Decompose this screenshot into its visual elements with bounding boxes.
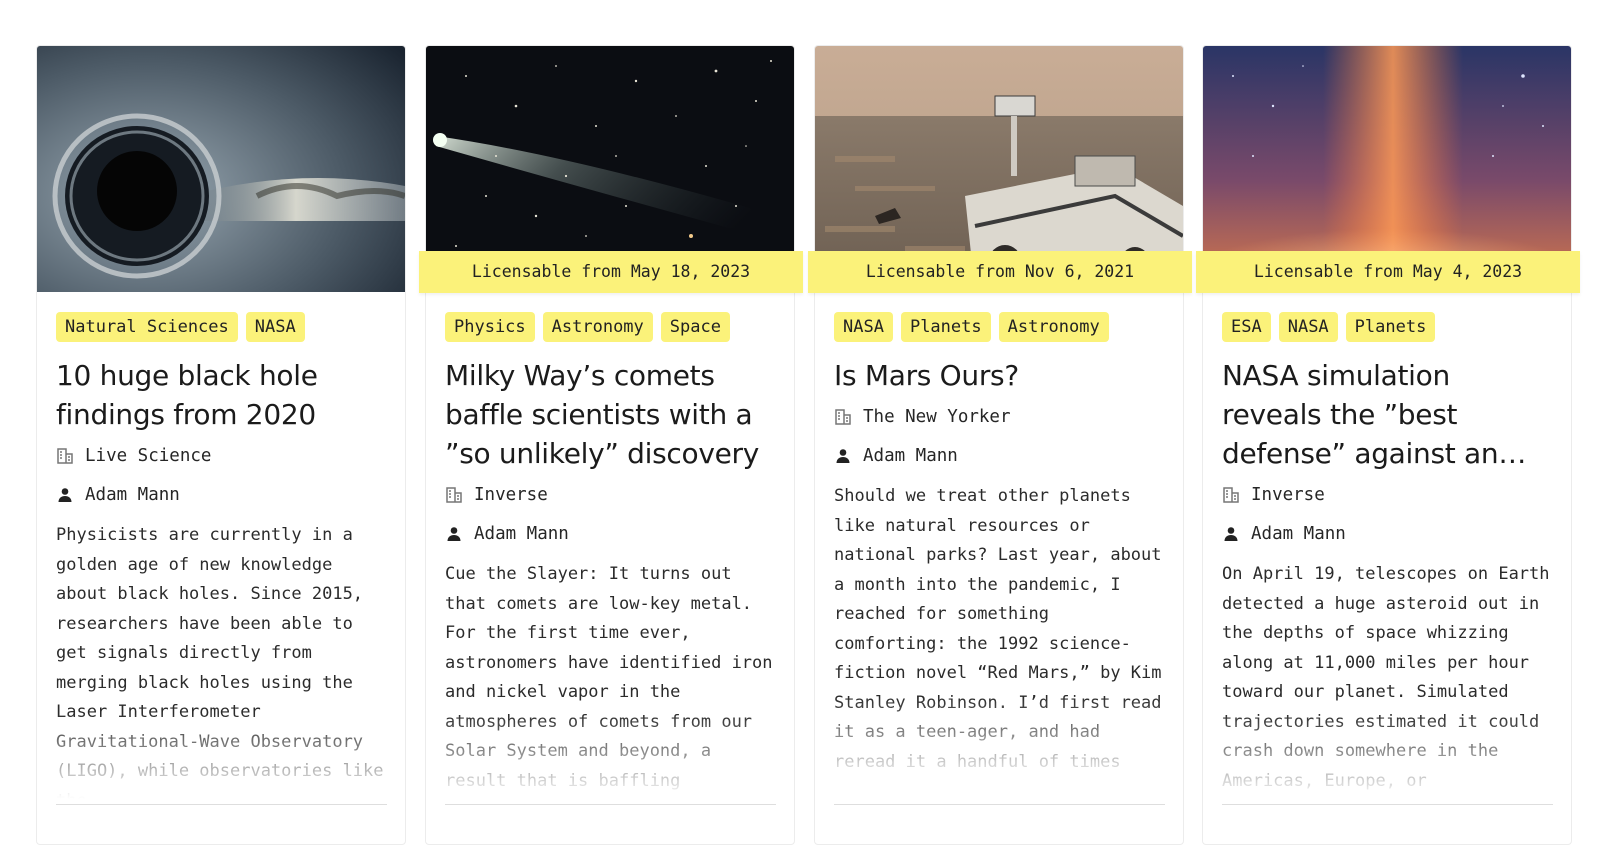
article-excerpt: Should we treat other planets like natur… <box>834 482 1165 787</box>
article-excerpt: Cue the Slayer: It turns out that comets… <box>445 560 776 803</box>
building-icon <box>57 448 73 464</box>
tag-list: Natural Sciences NASA <box>56 312 387 342</box>
author-name[interactable]: Adam Mann <box>863 446 958 466</box>
tag[interactable]: ESA <box>1222 312 1271 342</box>
tag[interactable]: NASA <box>834 312 893 342</box>
source-row: The New Yorker <box>834 400 1165 434</box>
text-fade <box>445 713 776 803</box>
article-grid: Natural Sciences NASA 10 huge black hole … <box>36 45 1580 845</box>
building-icon <box>835 409 851 425</box>
source-name[interactable]: Inverse <box>474 485 548 505</box>
article-card[interactable]: Licensable from Nov 6, 2021 NASA Planets A… <box>808 45 1192 845</box>
person-icon <box>58 488 72 502</box>
licensable-banner: Licensable from May 18, 2023 <box>419 251 803 293</box>
building-icon <box>446 487 462 503</box>
article-title[interactable]: Is Mars Ours? <box>834 356 1165 395</box>
author-row: Adam Mann <box>445 517 776 551</box>
tag[interactable]: Physics <box>445 312 535 342</box>
source-row: Inverse <box>445 478 776 512</box>
author-row: Adam Mann <box>56 478 387 512</box>
tag[interactable]: Planets <box>1345 312 1436 342</box>
card-body: Physics Astronomy Space Milky Way’s comets… <box>445 312 776 844</box>
article-excerpt: On April 19, telescopes on Earth detecte… <box>1222 560 1553 803</box>
divider <box>56 804 387 805</box>
licensable-banner: Licensable from May 4, 2023 <box>1196 251 1580 293</box>
author-row: Adam Mann <box>834 439 1165 473</box>
source-row: Live Science <box>56 439 387 473</box>
source-row: Inverse <box>1222 478 1553 512</box>
card-body: ESA NASA Planets NASA simulation reveals t… <box>1222 312 1553 844</box>
article-title[interactable]: 10 huge black hole findings from 2020 <box>56 356 387 434</box>
author-name[interactable]: Adam Mann <box>474 524 569 544</box>
author-row: Adam Mann <box>1222 517 1553 551</box>
article-card[interactable]: Licensable from May 4, 2023 ESA NASA Plane… <box>1196 45 1580 845</box>
building-icon <box>1223 487 1239 503</box>
article-title[interactable]: Milky Way’s comets baffle scientists wit… <box>445 356 776 473</box>
article-excerpt: Physicists are currently in a golden age… <box>56 521 387 803</box>
tag-list: NASA Planets Astronomy <box>834 312 1165 342</box>
author-name[interactable]: Adam Mann <box>85 485 180 505</box>
divider <box>834 804 1165 805</box>
source-name[interactable]: The New Yorker <box>863 407 1011 427</box>
tag[interactable]: NASA <box>1278 312 1338 342</box>
tag[interactable]: Space <box>660 312 730 342</box>
article-title[interactable]: NASA simulation reveals the ”best defens… <box>1222 356 1553 473</box>
tag[interactable]: NASA <box>245 312 305 342</box>
tag[interactable]: Astronomy <box>542 312 653 342</box>
source-name[interactable]: Inverse <box>1251 485 1325 505</box>
card-body: Natural Sciences NASA 10 huge black hole … <box>56 312 387 844</box>
source-name[interactable]: Live Science <box>85 446 211 466</box>
tag-list: ESA NASA Planets <box>1222 312 1553 342</box>
article-card[interactable]: Licensable from May 18, 2023 Physics Astr… <box>419 45 803 845</box>
tag[interactable]: Natural Sciences <box>56 312 238 342</box>
author-name[interactable]: Adam Mann <box>1251 524 1346 544</box>
tag[interactable]: Astronomy <box>998 312 1109 342</box>
licensable-banner: Licensable from Nov 6, 2021 <box>808 251 1192 293</box>
text-fade <box>834 697 1165 787</box>
article-card[interactable]: Natural Sciences NASA 10 huge black hole … <box>36 45 406 845</box>
card-body: NASA Planets Astronomy Is Mars Ours? The N… <box>834 312 1165 844</box>
divider <box>445 804 776 805</box>
divider <box>1222 804 1553 805</box>
person-icon <box>836 449 850 463</box>
tag[interactable]: Planets <box>900 312 991 342</box>
tag-list: Physics Astronomy Space <box>445 312 776 342</box>
black-hole-image[interactable] <box>37 46 405 292</box>
text-fade <box>56 713 387 803</box>
person-icon <box>447 527 461 541</box>
person-icon <box>1224 527 1238 541</box>
text-fade <box>1222 713 1553 803</box>
